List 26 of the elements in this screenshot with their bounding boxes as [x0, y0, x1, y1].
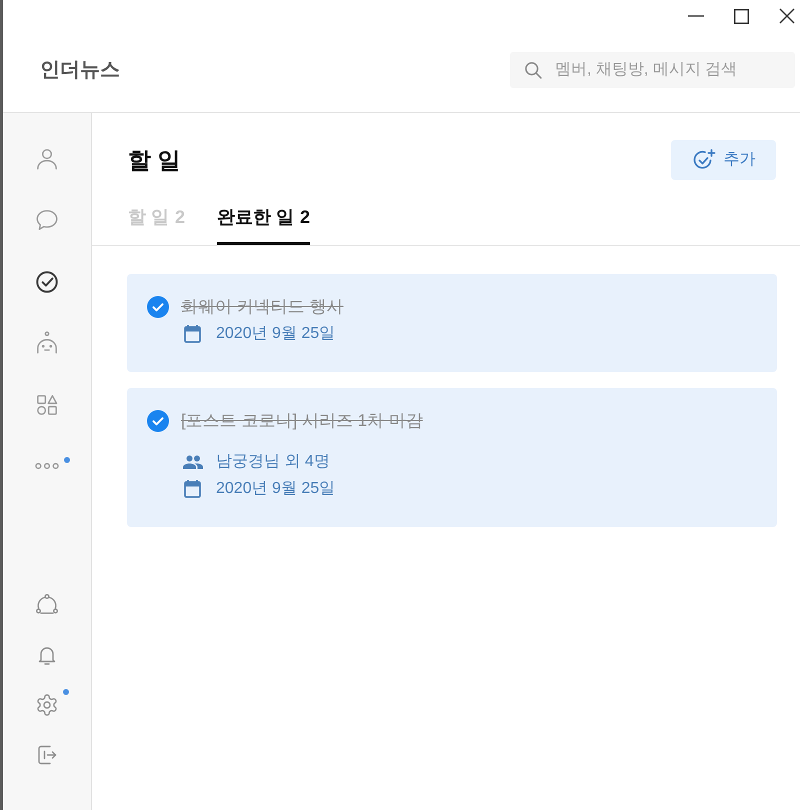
task-card[interactable]: 화웨이 커넥티드 행사 2020년 9월 25일 [127, 274, 777, 372]
calendar-icon [184, 325, 201, 343]
check-circle-icon[interactable] [147, 296, 169, 318]
task-card[interactable]: [포스트 코로나] 시리즈 1차 마감 남궁경님 외 4명 2020년 9월 25일 [127, 388, 777, 527]
task-title: [포스트 코로나] 시리즈 1차 마감 [181, 410, 423, 432]
nodes-icon[interactable] [35, 593, 59, 617]
calendar-icon [184, 480, 201, 498]
assignees: 남궁경님 외 4명 [216, 452, 330, 472]
task-title: 화웨이 커넥티드 행사 [181, 296, 344, 318]
check-circle-icon[interactable] [34, 268, 60, 295]
close-icon[interactable] [779, 8, 795, 24]
minimize-icon[interactable] [688, 15, 704, 17]
settings-icon[interactable] [35, 693, 59, 717]
page-title: 할 일 [128, 146, 180, 175]
due-date: 2020년 9월 25일 [216, 479, 336, 499]
add-button[interactable]: 추가 [671, 140, 776, 180]
tab[interactable]: 완료한 일 2 [217, 192, 310, 245]
people-icon [183, 455, 203, 469]
app-title: 인더뉴스 [40, 58, 120, 83]
maximize-icon[interactable] [734, 8, 749, 24]
more-icon[interactable] [34, 461, 60, 472]
due-date: 2020년 9월 25일 [216, 324, 336, 344]
search-icon [523, 60, 543, 80]
robot-icon[interactable] [34, 330, 60, 356]
search-field[interactable]: 멤버, 채팅방, 메시지 검색 [510, 52, 795, 88]
check-circle-icon[interactable] [147, 410, 169, 432]
